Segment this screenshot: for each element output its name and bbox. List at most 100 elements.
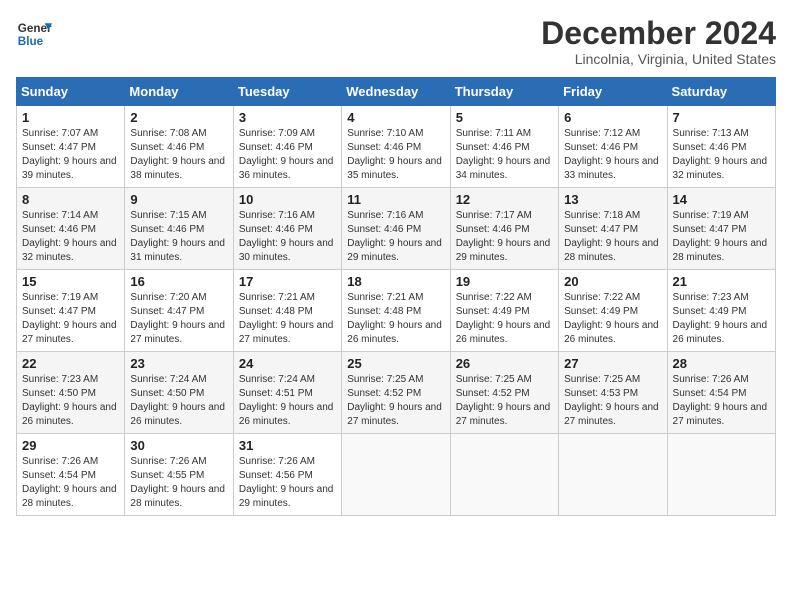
svg-text:Blue: Blue <box>18 35 44 48</box>
day-info: Sunrise: 7:25 AMSunset: 4:53 PMDaylight:… <box>564 374 659 427</box>
day-info: Sunrise: 7:24 AMSunset: 4:50 PMDaylight:… <box>130 374 225 427</box>
header-tuesday: Tuesday <box>233 78 341 106</box>
calendar-cell: 3Sunrise: 7:09 AMSunset: 4:46 PMDaylight… <box>233 106 341 188</box>
calendar-cell: 17 Sunrise: 7:21 AMSunset: 4:48 PMDayligh… <box>233 270 341 352</box>
calendar-cell: 29 Sunrise: 7:26 AMSunset: 4:54 PMDayligh… <box>17 434 125 516</box>
calendar-cell <box>559 434 667 516</box>
day-number: 18 <box>347 274 444 289</box>
calendar-cell: 12Sunrise: 7:17 AMSunset: 4:46 PMDayligh… <box>450 188 558 270</box>
day-info: Sunrise: 7:19 AMSunset: 4:47 PMDaylight:… <box>22 292 117 345</box>
day-number: 22 <box>22 356 119 371</box>
day-info: Sunrise: 7:26 AMSunset: 4:56 PMDaylight:… <box>239 456 334 509</box>
day-number: 25 <box>347 356 444 371</box>
day-info: Sunrise: 7:23 AMSunset: 4:49 PMDaylight:… <box>673 292 768 345</box>
day-number: 30 <box>130 438 227 453</box>
calendar-cell: 25Sunrise: 7:25 AMSunset: 4:52 PMDayligh… <box>342 352 450 434</box>
day-number: 28 <box>673 356 770 371</box>
day-info: Sunrise: 7:13 AMSunset: 4:46 PMDaylight:… <box>673 128 768 181</box>
day-number: 13 <box>564 192 661 207</box>
day-number: 9 <box>130 192 227 207</box>
calendar-table: SundayMondayTuesdayWednesdayThursdayFrid… <box>16 77 776 516</box>
calendar-cell: 5Sunrise: 7:11 AMSunset: 4:46 PMDaylight… <box>450 106 558 188</box>
day-info: Sunrise: 7:26 AMSunset: 4:55 PMDaylight:… <box>130 456 225 509</box>
day-number: 10 <box>239 192 336 207</box>
day-number: 24 <box>239 356 336 371</box>
calendar-cell: 9Sunrise: 7:15 AMSunset: 4:46 PMDaylight… <box>125 188 233 270</box>
week-row-5: 29 Sunrise: 7:26 AMSunset: 4:54 PMDayligh… <box>17 434 776 516</box>
day-number: 15 <box>22 274 119 289</box>
logo: General Blue <box>16 16 52 52</box>
week-row-4: 22 Sunrise: 7:23 AMSunset: 4:50 PMDayligh… <box>17 352 776 434</box>
calendar-cell: 31 Sunrise: 7:26 AMSunset: 4:56 PMDayligh… <box>233 434 341 516</box>
calendar-cell: 15 Sunrise: 7:19 AMSunset: 4:47 PMDayligh… <box>17 270 125 352</box>
calendar-cell: 2Sunrise: 7:08 AMSunset: 4:46 PMDaylight… <box>125 106 233 188</box>
day-info: Sunrise: 7:09 AMSunset: 4:46 PMDaylight:… <box>239 128 334 181</box>
page-header: General Blue December 2024 Lincolnia, Vi… <box>16 16 776 67</box>
header-sunday: Sunday <box>17 78 125 106</box>
day-info: Sunrise: 7:21 AMSunset: 4:48 PMDaylight:… <box>239 292 334 345</box>
calendar-cell: 24 Sunrise: 7:24 AMSunset: 4:51 PMDayligh… <box>233 352 341 434</box>
calendar-cell: 8Sunrise: 7:14 AMSunset: 4:46 PMDaylight… <box>17 188 125 270</box>
day-info: Sunrise: 7:21 AMSunset: 4:48 PMDaylight:… <box>347 292 442 345</box>
calendar-cell: 23Sunrise: 7:24 AMSunset: 4:50 PMDayligh… <box>125 352 233 434</box>
header-monday: Monday <box>125 78 233 106</box>
day-info: Sunrise: 7:12 AMSunset: 4:46 PMDaylight:… <box>564 128 659 181</box>
calendar-cell: 20 Sunrise: 7:22 AMSunset: 4:49 PMDayligh… <box>559 270 667 352</box>
logo-icon: General Blue <box>16 16 52 52</box>
day-info: Sunrise: 7:26 AMSunset: 4:54 PMDaylight:… <box>673 374 768 427</box>
calendar-title: December 2024 <box>541 16 776 51</box>
calendar-cell: 6 Sunrise: 7:12 AMSunset: 4:46 PMDaylight… <box>559 106 667 188</box>
day-info: Sunrise: 7:20 AMSunset: 4:47 PMDaylight:… <box>130 292 225 345</box>
week-row-1: 1 Sunrise: 7:07 AMSunset: 4:47 PMDaylight… <box>17 106 776 188</box>
day-info: Sunrise: 7:23 AMSunset: 4:50 PMDaylight:… <box>22 374 117 427</box>
day-info: Sunrise: 7:16 AMSunset: 4:46 PMDaylight:… <box>239 210 334 263</box>
day-info: Sunrise: 7:08 AMSunset: 4:46 PMDaylight:… <box>130 128 225 181</box>
day-number: 17 <box>239 274 336 289</box>
calendar-cell: 16 Sunrise: 7:20 AMSunset: 4:47 PMDayligh… <box>125 270 233 352</box>
week-row-3: 15 Sunrise: 7:19 AMSunset: 4:47 PMDayligh… <box>17 270 776 352</box>
day-info: Sunrise: 7:24 AMSunset: 4:51 PMDaylight:… <box>239 374 334 427</box>
calendar-cell: 19 Sunrise: 7:22 AMSunset: 4:49 PMDayligh… <box>450 270 558 352</box>
calendar-cell: 11Sunrise: 7:16 AMSunset: 4:46 PMDayligh… <box>342 188 450 270</box>
header-row: SundayMondayTuesdayWednesdayThursdayFrid… <box>17 78 776 106</box>
day-number: 21 <box>673 274 770 289</box>
header-wednesday: Wednesday <box>342 78 450 106</box>
day-info: Sunrise: 7:16 AMSunset: 4:46 PMDaylight:… <box>347 210 442 263</box>
day-info: Sunrise: 7:07 AMSunset: 4:47 PMDaylight:… <box>22 128 117 181</box>
day-number: 16 <box>130 274 227 289</box>
calendar-cell: 27Sunrise: 7:25 AMSunset: 4:53 PMDayligh… <box>559 352 667 434</box>
calendar-cell: 14Sunrise: 7:19 AMSunset: 4:47 PMDayligh… <box>667 188 775 270</box>
calendar-cell <box>342 434 450 516</box>
header-friday: Friday <box>559 78 667 106</box>
calendar-cell: 26 Sunrise: 7:25 AMSunset: 4:52 PMDayligh… <box>450 352 558 434</box>
calendar-cell: 4Sunrise: 7:10 AMSunset: 4:46 PMDaylight… <box>342 106 450 188</box>
day-number: 1 <box>22 110 119 125</box>
calendar-cell <box>450 434 558 516</box>
calendar-cell: 30 Sunrise: 7:26 AMSunset: 4:55 PMDayligh… <box>125 434 233 516</box>
day-info: Sunrise: 7:26 AMSunset: 4:54 PMDaylight:… <box>22 456 117 509</box>
day-info: Sunrise: 7:22 AMSunset: 4:49 PMDaylight:… <box>564 292 659 345</box>
day-info: Sunrise: 7:10 AMSunset: 4:46 PMDaylight:… <box>347 128 442 181</box>
calendar-cell: 21 Sunrise: 7:23 AMSunset: 4:49 PMDayligh… <box>667 270 775 352</box>
header-thursday: Thursday <box>450 78 558 106</box>
day-info: Sunrise: 7:14 AMSunset: 4:46 PMDaylight:… <box>22 210 117 263</box>
calendar-cell: 28 Sunrise: 7:26 AMSunset: 4:54 PMDayligh… <box>667 352 775 434</box>
week-row-2: 8Sunrise: 7:14 AMSunset: 4:46 PMDaylight… <box>17 188 776 270</box>
header-saturday: Saturday <box>667 78 775 106</box>
calendar-cell: 13Sunrise: 7:18 AMSunset: 4:47 PMDayligh… <box>559 188 667 270</box>
calendar-subtitle: Lincolnia, Virginia, United States <box>541 51 776 67</box>
day-number: 20 <box>564 274 661 289</box>
day-number: 5 <box>456 110 553 125</box>
day-number: 14 <box>673 192 770 207</box>
day-number: 7 <box>673 110 770 125</box>
day-number: 31 <box>239 438 336 453</box>
title-area: December 2024 Lincolnia, Virginia, Unite… <box>541 16 776 67</box>
day-info: Sunrise: 7:25 AMSunset: 4:52 PMDaylight:… <box>456 374 551 427</box>
day-number: 12 <box>456 192 553 207</box>
calendar-cell <box>667 434 775 516</box>
day-number: 19 <box>456 274 553 289</box>
day-number: 6 <box>564 110 661 125</box>
day-number: 29 <box>22 438 119 453</box>
day-number: 26 <box>456 356 553 371</box>
day-info: Sunrise: 7:22 AMSunset: 4:49 PMDaylight:… <box>456 292 551 345</box>
